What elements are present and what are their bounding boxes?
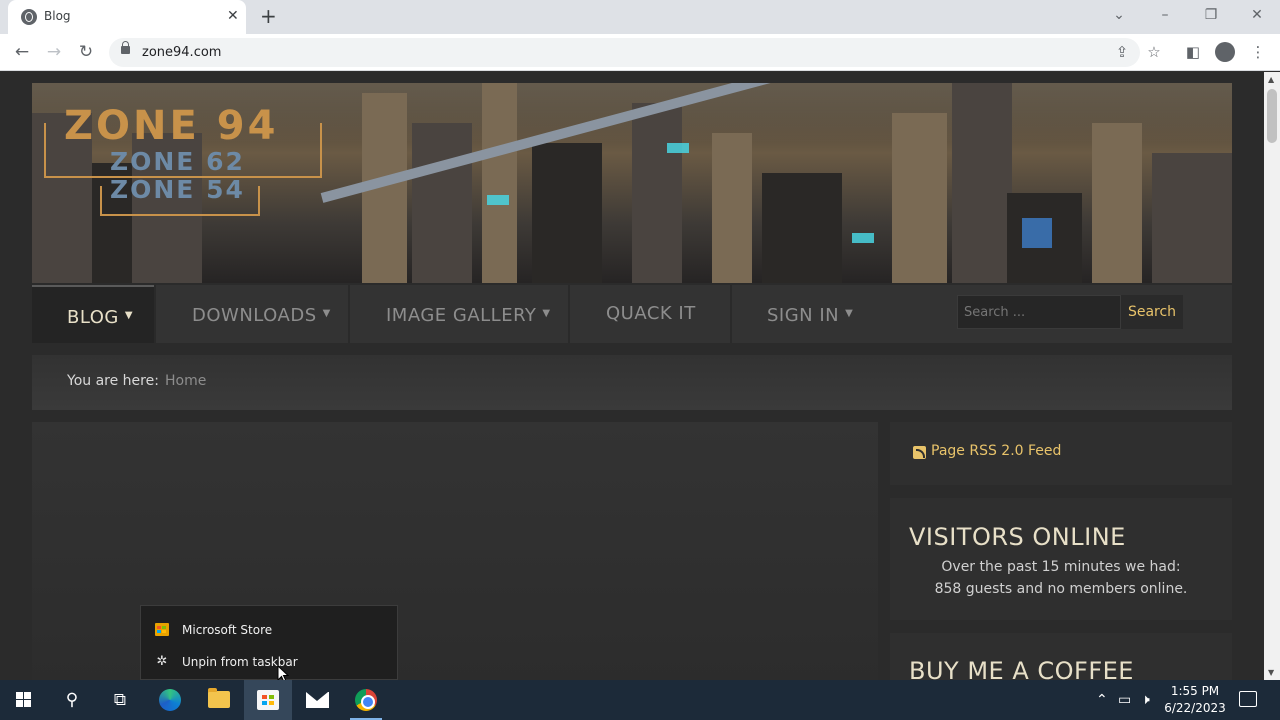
address-bar[interactable]: zone94.com <box>109 38 1140 67</box>
taskbar-chrome[interactable] <box>342 680 390 720</box>
site-nav: BLOG ▼ DOWNLOADS ▼ IMAGE GALLERY ▼ QUACK IT… <box>32 285 1232 343</box>
nav-sign-in[interactable]: SIGN IN ▼ <box>732 285 876 343</box>
scroll-down-icon[interactable]: ▼ <box>1268 668 1274 677</box>
breadcrumb-home: Home <box>165 373 207 389</box>
caret-down-icon: ▼ <box>124 310 134 321</box>
browser-tab[interactable]: Blog ✕ <box>8 0 246 34</box>
globe-icon <box>21 9 37 25</box>
site-banner: ZONE 94 ZONE 62 ZONE 54 <box>32 83 1232 283</box>
reload-button[interactable]: ↻ <box>75 41 97 63</box>
network-icon[interactable]: ▭ <box>1118 691 1131 709</box>
caret-down-icon: ▼ <box>542 308 551 319</box>
visitors-text: Over the past 15 minutes we had: <box>941 559 1181 575</box>
browser-tabstrip: Blog ✕ + ⌄ – ❐ ✕ <box>0 0 1280 34</box>
coffee-title: BUY ME A COFFEE <box>909 657 1134 680</box>
coffee-widget: BUY ME A COFFEE <box>890 633 1232 680</box>
profile-avatar[interactable] <box>1215 42 1235 62</box>
volume-icon[interactable]: 🕨 <box>1141 691 1150 709</box>
lock-icon[interactable] <box>121 41 130 54</box>
logo-subtitle: ZONE 62 <box>110 147 245 176</box>
search-icon: ⚲ <box>65 690 79 710</box>
folder-icon <box>208 688 230 708</box>
taskbar-file-explorer[interactable] <box>195 680 243 720</box>
scroll-thumb[interactable] <box>1267 89 1277 143</box>
rss-feed-link[interactable]: Page RSS 2.0 Feed <box>931 443 1061 459</box>
edge-icon <box>159 689 181 711</box>
breadcrumb-label: You are here: <box>67 373 159 389</box>
menu-item-unpin[interactable]: ✲ Unpin from taskbar <box>141 648 397 676</box>
restore-button[interactable]: ❐ <box>1201 6 1221 24</box>
side-panel-icon[interactable]: ◧ <box>1182 41 1204 63</box>
site-logo[interactable]: ZONE 94 <box>64 103 278 149</box>
taskbar-microsoft-store[interactable] <box>244 680 292 720</box>
browser-toolbar: ← → ↻ zone94.com ⇪ ☆ ◧ ⋮ <box>0 34 1280 71</box>
windows-logo-icon <box>16 692 32 708</box>
menu-kebab-icon[interactable]: ⋮ <box>1247 41 1269 63</box>
task-view-button[interactable]: ⧉ <box>96 680 144 720</box>
nav-image-gallery[interactable]: IMAGE GALLERY ▼ <box>350 285 568 343</box>
clock-date[interactable]: 6/22/2023 <box>1160 701 1230 715</box>
search-button[interactable]: ⚲ <box>48 680 96 720</box>
breadcrumb: You are here: Home <box>32 355 1232 410</box>
tab-close-icon[interactable]: ✕ <box>227 8 239 24</box>
unpin-icon: ✲ <box>156 654 168 669</box>
chrome-icon <box>355 689 377 711</box>
tray-overflow-icon[interactable]: ⌃ <box>1096 691 1108 709</box>
caret-down-icon: ▼ <box>845 308 854 319</box>
site-search-input[interactable] <box>957 295 1121 329</box>
rss-icon <box>913 446 926 459</box>
start-button[interactable] <box>0 680 48 720</box>
nav-blog[interactable]: BLOG ▼ <box>32 285 154 343</box>
site-search-button[interactable]: Search <box>1121 295 1183 329</box>
tab-title: Blog <box>44 9 71 23</box>
scroll-up-icon[interactable]: ▲ <box>1268 75 1274 84</box>
page-scrollbar[interactable]: ▲ ▼ <box>1264 72 1280 680</box>
back-button[interactable]: ← <box>11 41 33 63</box>
visitors-widget: VISITORS ONLINE Over the past 15 minutes… <box>890 498 1232 620</box>
forward-button[interactable]: → <box>43 41 65 63</box>
logo-subtitle: ZONE 54 <box>110 175 245 204</box>
url-text[interactable]: zone94.com <box>142 45 221 60</box>
page-viewport: ZONE 94 ZONE 62 ZONE 54 BLOG ▼ DOWNLOADS ▼… <box>0 72 1264 680</box>
minimize-button[interactable]: – <box>1155 6 1175 24</box>
windows-taskbar: ⚲ ⧉ ⌃ ▭ 🕨 1:55 PM 6/22/2023 <box>0 680 1280 720</box>
menu-item-microsoft-store[interactable]: Microsoft Store <box>141 616 397 644</box>
share-icon[interactable]: ⇪ <box>1111 41 1133 63</box>
clock-time[interactable]: 1:55 PM <box>1160 684 1230 698</box>
visitors-text: 858 guests and no members online. <box>934 581 1188 597</box>
tab-search-icon[interactable]: ⌄ <box>1109 6 1129 24</box>
taskbar-edge[interactable] <box>146 680 194 720</box>
task-view-icon: ⧉ <box>113 690 127 710</box>
nav-downloads[interactable]: DOWNLOADS ▼ <box>156 285 348 343</box>
bookmark-star-icon[interactable]: ☆ <box>1143 41 1165 63</box>
close-window-button[interactable]: ✕ <box>1247 6 1267 24</box>
taskbar-context-menu: Microsoft Store ✲ Unpin from taskbar <box>140 605 398 680</box>
caret-down-icon: ▼ <box>322 308 331 319</box>
rss-widget: Page RSS 2.0 Feed <box>890 422 1232 485</box>
store-icon <box>257 690 279 710</box>
mail-icon <box>306 692 329 708</box>
notification-icon[interactable] <box>1239 691 1257 707</box>
taskbar-mail[interactable] <box>293 680 341 720</box>
store-icon <box>155 623 169 636</box>
new-tab-button[interactable]: + <box>260 6 277 26</box>
nav-quack-it[interactable]: QUACK IT <box>570 285 730 343</box>
visitors-title: VISITORS ONLINE <box>909 523 1126 551</box>
